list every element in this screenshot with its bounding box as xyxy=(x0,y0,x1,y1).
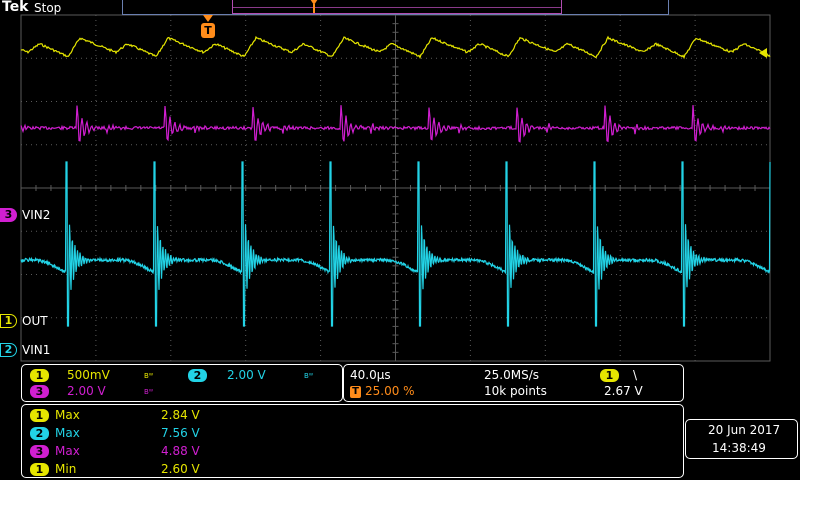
record-center-line xyxy=(233,7,561,8)
run-state: Stop xyxy=(34,1,62,15)
scope-screen: Tek Stop T 3 VIN2 1 OUT 2 VIN1 1 500mV B… xyxy=(0,0,800,480)
ch1-scale[interactable]: 500mV xyxy=(67,368,110,382)
measurement-value: 2.84 V xyxy=(161,408,200,422)
measurement-name[interactable]: Min xyxy=(55,462,76,476)
ch1-bw-icon: Bᵂ xyxy=(144,372,154,380)
time: 14:38:49 xyxy=(712,441,766,455)
trigger-level-arrow-icon[interactable] xyxy=(759,48,767,58)
ch2-marker-number: 2 xyxy=(4,343,13,356)
measurement-name[interactable]: Max xyxy=(55,408,80,422)
ch1-ground-label: OUT xyxy=(22,314,48,328)
measurement-ch-badge[interactable]: 1 xyxy=(30,463,49,476)
record-length: 10k points xyxy=(484,384,547,398)
measurements-panel[interactable]: 1 Max 2.84 V 2 Max 7.56 V 3 Max 4.88 V 1 Min 2.60 V xyxy=(21,404,684,478)
ch3-ground-marker[interactable]: 3 xyxy=(0,208,17,222)
measurement-name[interactable]: Max xyxy=(55,444,80,458)
trigger-position-marker[interactable]: T xyxy=(201,23,215,38)
horizontal-scale[interactable]: 40.0µs xyxy=(350,368,391,382)
ch3-bw-icon: Bᵂ xyxy=(144,388,154,396)
ch3-marker-number: 3 xyxy=(4,208,13,221)
ch1-ground-marker[interactable]: 1 xyxy=(0,314,17,328)
ch3-ground-label: VIN2 xyxy=(22,208,51,222)
measurement-value: 4.88 V xyxy=(161,444,200,458)
trigger-level[interactable]: 2.67 V xyxy=(604,384,643,398)
datetime-panel: 20 Jun 2017 14:38:49 xyxy=(685,419,798,459)
ch2-badge[interactable]: 2 xyxy=(188,369,207,382)
measurement-name[interactable]: Max xyxy=(55,426,80,440)
measurement-ch-badge[interactable]: 3 xyxy=(30,445,49,458)
record-trigger-stem xyxy=(313,4,315,13)
ch2-bw-icon: Bᵂ xyxy=(304,372,314,380)
ch2-ground-marker[interactable]: 2 xyxy=(0,343,17,357)
measurement-ch-badge[interactable]: 2 xyxy=(30,427,49,440)
trigger-position-icon-label: T xyxy=(352,386,359,397)
ch3-scale[interactable]: 2.00 V xyxy=(67,384,106,398)
ch3-badge[interactable]: 3 xyxy=(30,385,49,398)
channel-settings-panel[interactable]: 1 500mV Bᵂ 2 2.00 V Bᵂ 3 2.00 V Bᵂ xyxy=(21,364,343,402)
brand-logo: Tek xyxy=(2,0,29,15)
measurement-ch-badge[interactable]: 1 xyxy=(30,409,49,422)
ch1-badge[interactable]: 1 xyxy=(30,369,49,382)
trigger-position-icon: T xyxy=(350,386,361,398)
ch2-scale[interactable]: 2.00 V xyxy=(227,368,266,382)
measurement-value: 7.56 V xyxy=(161,426,200,440)
timebase-panel[interactable]: 40.0µs 25.0MS/s 1 \ T 25.00 % 10k points… xyxy=(343,364,684,402)
trigger-position-arrow-icon[interactable] xyxy=(203,15,213,22)
ch1-marker-number: 1 xyxy=(4,314,13,327)
trigger-source-badge[interactable]: 1 xyxy=(600,369,619,382)
measurement-value: 2.60 V xyxy=(161,462,200,476)
sample-rate: 25.0MS/s xyxy=(484,368,539,382)
trigger-marker-label: T xyxy=(204,24,212,37)
trigger-slope-icon[interactable]: \ xyxy=(633,368,637,382)
record-view-window[interactable] xyxy=(232,0,562,14)
ch2-ground-label: VIN1 xyxy=(22,343,51,357)
trigger-position[interactable]: 25.00 % xyxy=(365,384,415,398)
graticule xyxy=(20,14,771,362)
date: 20 Jun 2017 xyxy=(708,423,781,437)
